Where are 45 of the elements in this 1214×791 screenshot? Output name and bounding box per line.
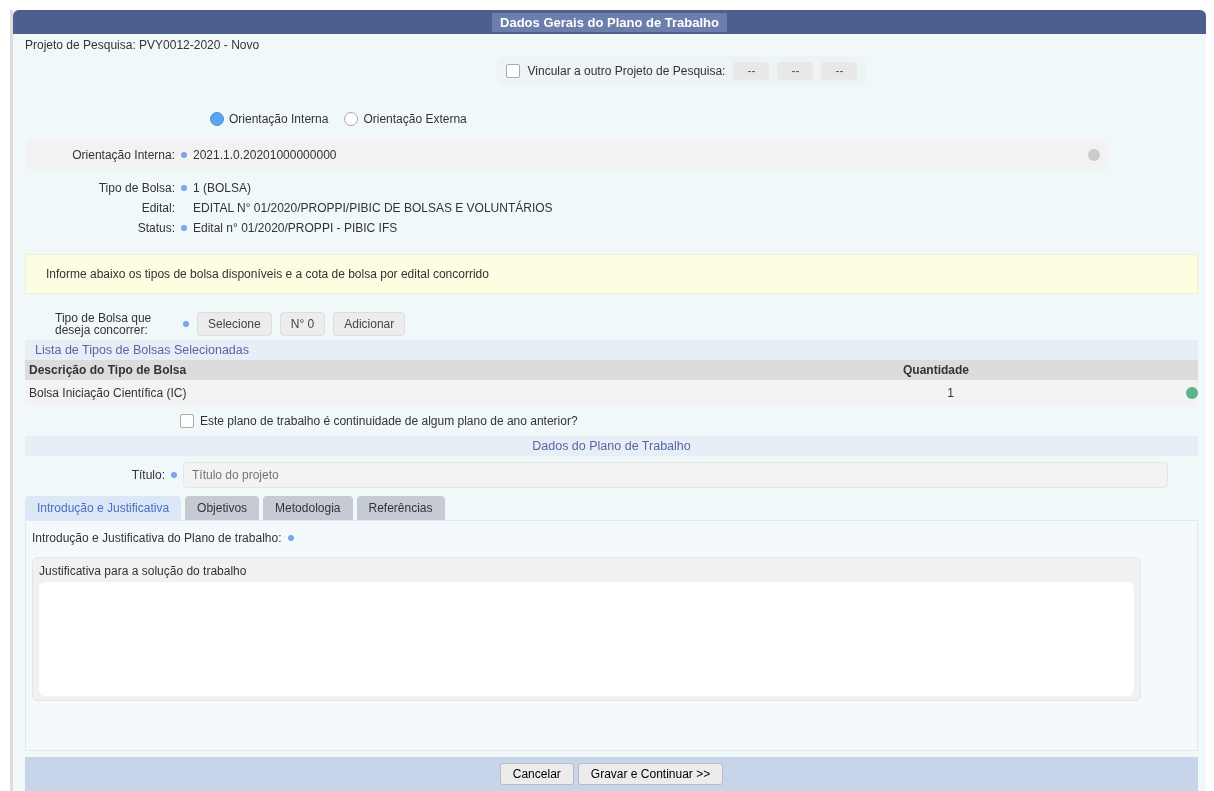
remove-icon[interactable] xyxy=(1186,387,1198,399)
field-label: Edital: xyxy=(140,201,175,215)
section-header: Lista de Tipos de Bolsas Selecionadas xyxy=(25,340,1198,360)
radio-label: Orientação Interna xyxy=(229,112,329,126)
radio-button[interactable] xyxy=(210,112,224,126)
quantity-field[interactable]: N° 0 xyxy=(279,312,326,336)
tab[interactable]: Referências xyxy=(356,496,445,520)
dropdown[interactable]: -- xyxy=(777,62,814,80)
column-header: Quantidade xyxy=(903,363,970,377)
field-label: Tipo de Bolsa: xyxy=(97,181,175,195)
field-label: Título: xyxy=(130,468,165,482)
project-label: Projeto de Pesquisa: PVY0012-2020 - Novo xyxy=(25,37,261,54)
orientation-dropdown[interactable]: 2021.1.0.20201000000000 xyxy=(193,148,1108,162)
tab[interactable]: Objetivos xyxy=(185,496,260,520)
tab[interactable]: Metodologia xyxy=(263,496,353,520)
text-editor[interactable]: Justificativa para a solução do trabalho xyxy=(32,557,1141,701)
table-cell-text: Bolsa Iniciação Científica (IC) xyxy=(28,386,188,400)
radio-button[interactable] xyxy=(344,112,359,126)
editor-label: Introdução e Justificativa do Plano de trabalho: xyxy=(32,531,282,545)
bolsa-dropdown[interactable]: Selecione xyxy=(197,312,272,336)
editor-caption: Justificativa para a solução do trabalho xyxy=(39,563,248,580)
radio-label: Orientação Externa xyxy=(363,112,467,126)
table-cell-text: 1 xyxy=(946,386,955,400)
add-button[interactable]: Adicionar xyxy=(333,312,406,336)
dropdown[interactable]: -- xyxy=(733,62,770,80)
field-label: Status: xyxy=(136,221,175,235)
dropdown[interactable]: -- xyxy=(821,62,858,80)
tab[interactable]: Introdução e Justificativa xyxy=(25,496,182,520)
checkbox[interactable] xyxy=(180,414,194,428)
form-button[interactable]: Cancelar xyxy=(499,763,574,785)
field-value: 1 (BOLSA) xyxy=(193,181,252,195)
field-value: Edital n° 01/2020/PROPPI - PIBIC IFS xyxy=(193,221,398,235)
link-project-label: Vincular a outro Projeto de Pesquisa: xyxy=(527,64,726,78)
continuity-label: Este plano de trabalho é continuidade de algum plano de ano anterior? xyxy=(200,414,578,428)
form-title: Dados Gerais do Plano de Trabalho xyxy=(492,12,727,32)
field-label: Tipo de Bolsa que deseja concorrer: xyxy=(55,312,153,336)
notice-message: Informe abaixo os tipos de bolsa disponíveis e a cota de bolsa por edital concorrido xyxy=(25,254,1198,294)
title-field[interactable]: Título do projeto xyxy=(183,462,1168,488)
field-value: EDITAL N° 01/2020/PROPPI/PIBIC DE BOLSAS E VOLUNTÁRIOS xyxy=(193,201,553,215)
checkbox[interactable] xyxy=(505,64,520,78)
clear-icon[interactable] xyxy=(1088,149,1100,161)
column-header: Descrição do Tipo de Bolsa xyxy=(28,363,188,377)
section-header: Dados do Plano de Trabalho xyxy=(25,436,1198,456)
field-label: Orientação Interna: xyxy=(71,148,175,162)
form-button[interactable]: Gravar e Continuar >> xyxy=(577,763,724,785)
